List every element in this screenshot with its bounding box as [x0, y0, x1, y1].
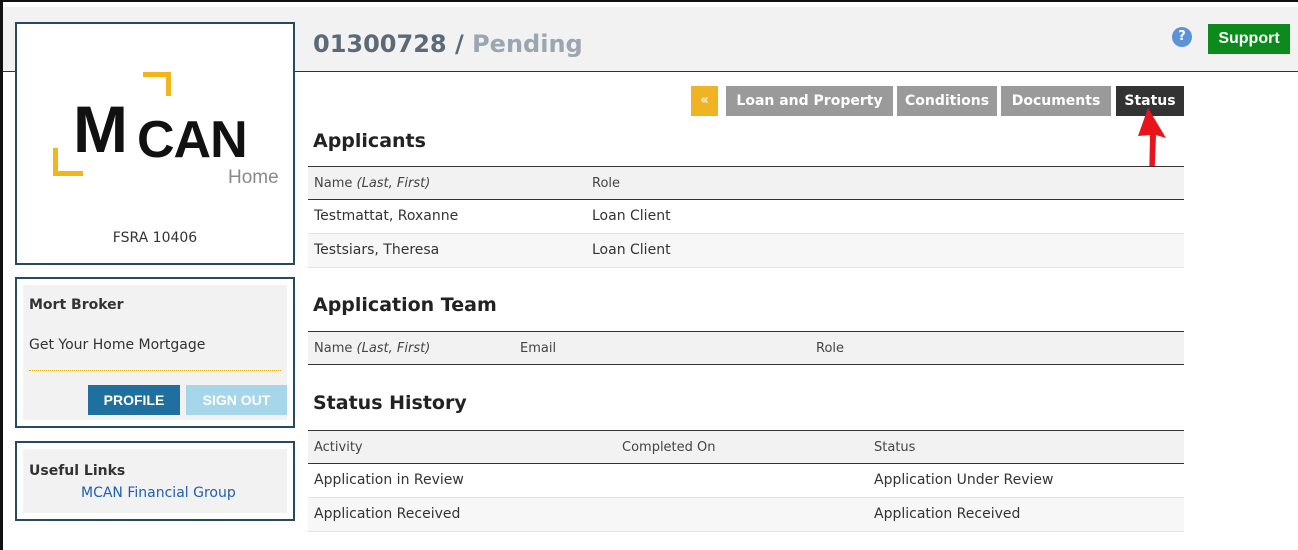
col-name-label: Name [314, 176, 353, 191]
tab-conditions[interactable]: Conditions [897, 86, 997, 116]
history-activity: Application in Review [314, 472, 464, 488]
broker-tagline: Get Your Home Mortgage [29, 337, 206, 353]
col-name: Name (Last, First) [314, 332, 430, 365]
logo-home: Home [228, 167, 279, 188]
history-status: Application Received [874, 506, 1021, 522]
applicant-name: Testsiars, Theresa [314, 242, 440, 258]
history-table-header: Activity Completed On Status [308, 430, 1184, 464]
page-title: 01300728 / Pending [313, 30, 583, 58]
status-history-title: Status History [313, 392, 467, 414]
useful-links-title: Useful Links [29, 463, 126, 479]
help-icon[interactable]: ? [1172, 27, 1192, 47]
broker-panel-inner: Mort Broker Get Your Home Mortgage PROFI… [23, 285, 287, 420]
broker-name: Mort Broker [29, 297, 124, 313]
col-activity: Activity [314, 440, 363, 455]
title-separator: / [446, 30, 473, 58]
applicant-role: Loan Client [592, 208, 671, 224]
tab-documents[interactable]: Documents [1001, 86, 1111, 116]
support-button[interactable]: Support [1208, 24, 1290, 54]
mcan-home-logo[interactable]: M CAN Home [33, 70, 283, 210]
useful-links-panel: Useful Links MCAN Financial Group [15, 441, 295, 521]
col-status: Status [874, 440, 916, 455]
team-table-header: Name (Last, First) Email Role [308, 331, 1184, 365]
table-row: Testsiars, Theresa Loan Client [308, 234, 1184, 268]
tab-back-button[interactable]: « [691, 86, 718, 116]
table-row: Application Received Application Receive… [308, 498, 1184, 532]
col-name-hint: (Last, First) [356, 176, 431, 191]
col-completed-on: Completed On [622, 440, 716, 455]
application-team-title: Application Team [313, 294, 497, 316]
col-role: Role [592, 176, 621, 191]
broker-divider [29, 370, 281, 371]
link-mcan-financial-group[interactable]: MCAN Financial Group [81, 485, 236, 501]
history-activity: Application Received [314, 506, 461, 522]
useful-links-inner: Useful Links MCAN Financial Group [23, 449, 287, 513]
logo-m: M [73, 92, 128, 166]
window-top-border [0, 0, 1298, 7]
col-email: Email [520, 341, 557, 356]
applicant-name: Testmattat, Roxanne [314, 208, 459, 224]
logo-panel: M CAN Home FSRA 10406 [15, 22, 295, 265]
loan-number: 01300728 [313, 30, 447, 58]
table-row: Application in Review Application Under … [308, 464, 1184, 498]
col-role: Role [816, 341, 845, 356]
col-name-label: Name [314, 341, 353, 356]
sign-out-button[interactable]: SIGN OUT [186, 385, 287, 415]
history-status: Application Under Review [874, 472, 1054, 488]
col-name: Name (Last, First) [314, 167, 430, 200]
applicants-title: Applicants [313, 130, 426, 152]
applicants-table-header: Name (Last, First) Role [308, 166, 1184, 200]
logo-bracket-top-right [143, 72, 171, 96]
applicant-role: Loan Client [592, 242, 671, 258]
table-row: Testmattat, Roxanne Loan Client [308, 200, 1184, 234]
loan-status: Pending [472, 30, 583, 58]
logo-can: CAN [137, 111, 248, 169]
broker-panel: Mort Broker Get Your Home Mortgage PROFI… [15, 277, 295, 428]
fsra-license: FSRA 10406 [112, 230, 198, 246]
window-left-border [0, 0, 3, 550]
profile-button[interactable]: PROFILE [88, 385, 180, 415]
col-name-hint: (Last, First) [356, 341, 431, 356]
tab-loan-and-property[interactable]: Loan and Property [726, 86, 893, 116]
